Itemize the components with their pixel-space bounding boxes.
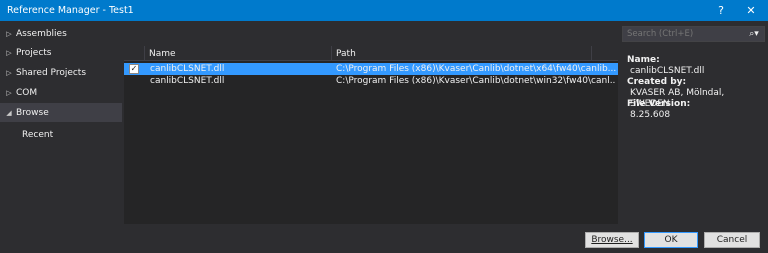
sidebar-item-label: COM: [16, 87, 38, 98]
sidebar-item-browse[interactable]: ◢ Browse: [0, 103, 122, 122]
sidebar-item-label: Browse: [16, 107, 49, 118]
expand-arrow-icon: ▷: [6, 29, 12, 38]
row-checkbox-cell[interactable]: ✓: [129, 63, 141, 75]
sidebar-item-shared-projects[interactable]: ▷ Shared Projects: [0, 63, 122, 82]
sidebar-item-label: Assemblies: [16, 28, 67, 39]
column-header-check[interactable]: [124, 46, 145, 61]
row-name: canlibCLSNET.dll: [150, 76, 225, 86]
sidebar-item-label: Recent: [22, 129, 54, 140]
grid-header: Name Path: [124, 46, 618, 61]
close-button[interactable]: ✕: [738, 0, 764, 21]
details-panel: Name: canlibCLSNET.dll Created by: KVASE…: [627, 55, 765, 121]
expand-arrow-icon: ▷: [6, 68, 12, 77]
expand-arrow-icon: ▷: [6, 48, 12, 57]
cancel-button[interactable]: Cancel: [704, 232, 760, 248]
ok-button[interactable]: OK: [644, 232, 698, 248]
row-name: canlibCLSNET.dll: [150, 64, 225, 74]
search-input[interactable]: [623, 27, 741, 41]
name-value: canlibCLSNET.dll: [630, 66, 705, 76]
expand-arrow-icon: ▷: [6, 88, 12, 97]
created-by-label: Created by:: [627, 77, 687, 87]
reference-grid: Name Path ✓ canlibCLSNET.dll C:\Program …: [124, 46, 618, 224]
sidebar-item-projects[interactable]: ▷ Projects: [0, 43, 122, 62]
created-by-value: KVASER AB, Mölndal, SWEDEN: [630, 88, 725, 109]
sidebar-item-label: Projects: [16, 47, 52, 58]
checkbox[interactable]: ✓: [129, 64, 139, 74]
row-path: C:\Program Files (x86)\Kvaser\Canlib\dot…: [336, 64, 616, 74]
sidebar-item-assemblies[interactable]: ▷ Assemblies: [0, 24, 122, 43]
sidebar-item-recent[interactable]: Recent: [0, 125, 122, 144]
column-header-path[interactable]: Path: [332, 46, 592, 61]
search-box: ⌕▾: [622, 26, 765, 42]
sidebar-item-com[interactable]: ▷ COM: [0, 83, 122, 102]
name-label: Name:: [627, 55, 660, 65]
browse-button[interactable]: Browse...: [585, 232, 639, 248]
table-row[interactable]: canlibCLSNET.dll C:\Program Files (x86)\…: [124, 75, 618, 87]
collapse-arrow-icon: ◢: [6, 108, 12, 117]
sidebar: ▷ Assemblies ▷ Projects ▷ Shared Project…: [0, 21, 122, 225]
browse-button-label: Browse...: [591, 235, 633, 245]
file-version-value: 8.25.608: [630, 110, 671, 120]
row-checkbox-cell[interactable]: [129, 75, 141, 87]
file-version-label: File Version:: [627, 99, 691, 109]
table-row[interactable]: ✓ canlibCLSNET.dll C:\Program Files (x86…: [124, 63, 618, 75]
sidebar-item-label: Shared Projects: [16, 67, 87, 78]
search-icon[interactable]: ⌕▾: [743, 27, 765, 41]
window-title: Reference Manager - Test1: [7, 5, 134, 16]
row-path: C:\Program Files (x86)\Kvaser\Canlib\dot…: [336, 76, 616, 86]
help-button[interactable]: ?: [708, 0, 734, 21]
column-header-name[interactable]: Name: [145, 46, 332, 61]
title-bar: Reference Manager - Test1 ? ✕: [0, 0, 768, 21]
